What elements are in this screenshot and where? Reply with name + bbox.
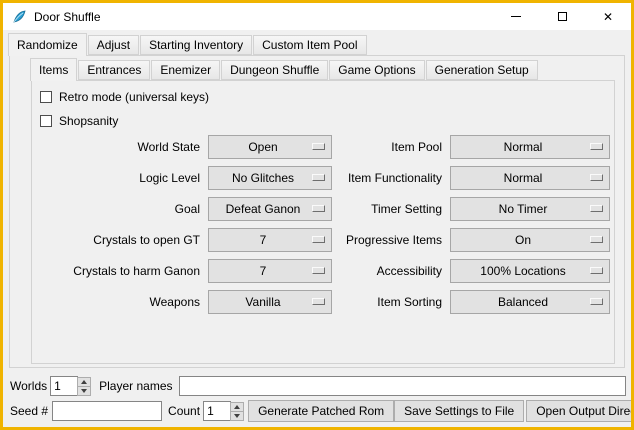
item-sorting-dropdown[interactable]: Balanced [450, 290, 610, 314]
tab-starting-inventory[interactable]: Starting Inventory [140, 35, 252, 55]
worlds-label: Worlds [10, 379, 47, 393]
item-functionality-dropdown[interactable]: Normal [450, 166, 610, 190]
retro-mode-label: Retro mode (universal keys) [59, 90, 209, 104]
accessibility-dropdown[interactable]: 100% Locations [450, 259, 610, 283]
shopsanity-label: Shopsanity [59, 114, 118, 128]
seed-label: Seed # [10, 404, 48, 418]
timer-setting-dropdown[interactable]: No Timer [450, 197, 610, 221]
item-functionality-label: Item Functionality [340, 171, 442, 185]
retro-mode-row: Retro mode (universal keys) [32, 85, 614, 109]
dropdown-indicator-icon [312, 236, 325, 243]
player-names-input[interactable] [179, 376, 627, 396]
dropdown-indicator-icon [590, 174, 603, 181]
dropdown-indicator-icon [312, 298, 325, 305]
minimize-icon [511, 16, 521, 17]
tab-custom-item-pool[interactable]: Custom Item Pool [253, 35, 366, 55]
maximize-icon [558, 12, 567, 21]
close-button[interactable]: ✕ [585, 3, 631, 30]
arrow-up-icon [81, 380, 87, 384]
count-spinner-arrows [230, 402, 244, 421]
dropdown-indicator-icon [590, 143, 603, 150]
window-controls: ✕ [493, 3, 631, 30]
player-names-label: Player names [99, 379, 172, 393]
dropdown-indicator-icon [312, 143, 325, 150]
sub-tab-bar: Items Entrances Enemizer Dungeon Shuffle… [10, 58, 624, 80]
accessibility-label: Accessibility [340, 264, 442, 278]
worlds-down-button[interactable] [77, 386, 91, 396]
tab-randomize[interactable]: Randomize [8, 33, 87, 56]
tab-adjust[interactable]: Adjust [88, 35, 139, 55]
item-pool-label: Item Pool [340, 140, 442, 154]
dropdown-indicator-icon [590, 236, 603, 243]
tab-entrances[interactable]: Entrances [78, 60, 150, 80]
open-output-button[interactable]: Open Output Directory [526, 400, 634, 422]
app-icon [11, 9, 27, 25]
count-down-button[interactable] [230, 411, 244, 421]
close-icon: ✕ [603, 11, 613, 23]
worlds-row: Worlds Player names [10, 376, 626, 396]
progressive-items-dropdown[interactable]: On [450, 228, 610, 252]
arrow-down-icon [81, 389, 87, 393]
retro-mode-checkbox[interactable] [40, 91, 52, 103]
seed-input[interactable] [52, 401, 162, 421]
crystals-gt-label: Crystals to open GT [40, 233, 200, 247]
weapons-label: Weapons [40, 295, 200, 309]
tab-game-options[interactable]: Game Options [329, 60, 424, 80]
seed-row: Seed # Count Generate Patched Rom Save S… [10, 400, 626, 422]
tab-dungeon-shuffle[interactable]: Dungeon Shuffle [221, 60, 328, 80]
world-state-dropdown[interactable]: Open [208, 135, 332, 159]
tab-generation-setup[interactable]: Generation Setup [426, 60, 538, 80]
arrow-down-icon [234, 414, 240, 418]
shopsanity-checkbox[interactable] [40, 115, 52, 127]
dropdown-indicator-icon [312, 205, 325, 212]
count-input[interactable] [203, 401, 231, 421]
minimize-button[interactable] [493, 3, 539, 30]
dropdown-indicator-icon [590, 267, 603, 274]
shopsanity-row: Shopsanity [32, 109, 614, 133]
timer-setting-label: Timer Setting [340, 202, 442, 216]
count-label: Count [168, 404, 200, 418]
window-title: Door Shuffle [34, 10, 101, 24]
progressive-items-label: Progressive Items [340, 233, 442, 247]
goal-label: Goal [40, 202, 200, 216]
tab-enemizer[interactable]: Enemizer [151, 60, 220, 80]
weapons-dropdown[interactable]: Vanilla [208, 290, 332, 314]
dropdown-indicator-icon [312, 267, 325, 274]
dropdown-indicator-icon [590, 205, 603, 212]
randomize-pane: Items Entrances Enemizer Dungeon Shuffle… [9, 55, 625, 368]
arrow-up-icon [234, 405, 240, 409]
crystals-gt-dropdown[interactable]: 7 [208, 228, 332, 252]
world-state-label: World State [40, 140, 200, 154]
worlds-input[interactable] [50, 376, 78, 396]
tab-items[interactable]: Items [30, 58, 77, 81]
item-pool-dropdown[interactable]: Normal [450, 135, 610, 159]
crystals-ganon-dropdown[interactable]: 7 [208, 259, 332, 283]
main-tab-bar: Randomize Adjust Starting Inventory Cust… [3, 33, 631, 55]
crystals-ganon-label: Crystals to harm Ganon [40, 264, 200, 278]
item-sorting-label: Item Sorting [340, 295, 442, 309]
worlds-spinner-arrows [77, 377, 91, 396]
goal-dropdown[interactable]: Defeat Ganon [208, 197, 332, 221]
count-spinner [203, 401, 244, 421]
dropdown-indicator-icon [590, 298, 603, 305]
logic-level-dropdown[interactable]: No Glitches [208, 166, 332, 190]
save-settings-button[interactable]: Save Settings to File [394, 400, 524, 422]
options-grid: World State Open Item Pool Normal Logic … [32, 135, 614, 314]
titlebar[interactable]: Door Shuffle ✕ [3, 3, 631, 30]
dropdown-indicator-icon [312, 174, 325, 181]
window: Door Shuffle ✕ Randomize Adjust Starting… [0, 0, 634, 430]
generate-rom-button[interactable]: Generate Patched Rom [248, 400, 394, 422]
logic-level-label: Logic Level [40, 171, 200, 185]
maximize-button[interactable] [539, 3, 585, 30]
worlds-spinner [50, 376, 91, 396]
items-pane: Retro mode (universal keys) Shopsanity W… [31, 80, 615, 364]
